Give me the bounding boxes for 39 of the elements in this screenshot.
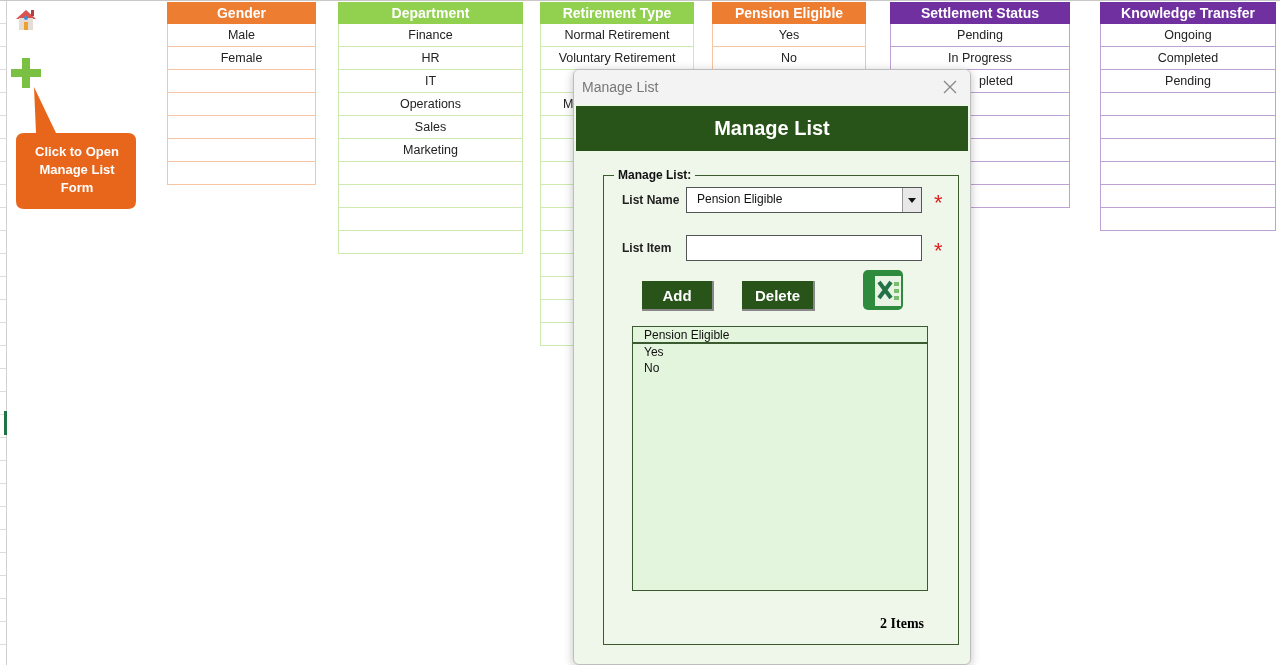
table-cell: Female <box>167 47 316 70</box>
column-header: Department <box>338 2 523 24</box>
table-cell: Completed <box>1100 47 1276 70</box>
table-cell: Operations <box>338 93 523 116</box>
table-cell: HR <box>338 47 523 70</box>
column-header: Retirement Type <box>540 2 694 24</box>
required-mark: * <box>934 189 943 214</box>
table-cell: Sales <box>338 116 523 139</box>
item-count: 2 Items <box>880 616 924 632</box>
column-header: Knowledge Transfer <box>1100 2 1276 24</box>
column-header: Settlement Status <box>890 2 1070 24</box>
list-item[interactable]: Yes <box>633 344 927 360</box>
window-title: Manage List <box>582 79 659 95</box>
table-cell: Finance <box>338 24 523 47</box>
list-name-dropdown[interactable]: Pension Eligible <box>686 187 922 213</box>
callout-text: Click to Open Manage List Form <box>34 143 120 197</box>
field-label: List Name <box>622 193 681 207</box>
table-cell: Ongoing <box>1100 24 1276 47</box>
table-cell: Pending <box>1100 70 1276 93</box>
table-cell: Pending <box>890 24 1070 47</box>
list-item[interactable]: No <box>633 360 927 376</box>
caret-icon <box>908 197 916 203</box>
add-button[interactable]: Add <box>642 281 714 311</box>
table-cell: Normal Retirement <box>540 24 694 47</box>
spreadsheet-icon[interactable] <box>861 268 905 312</box>
form-heading: Manage List <box>576 106 968 151</box>
table-cell: IT <box>338 70 523 93</box>
table-cell: Marketing <box>338 139 523 162</box>
table-cell: Yes <box>712 24 866 47</box>
list-header: Pension Eligible <box>633 327 927 344</box>
list-box[interactable]: Pension Eligible Yes No <box>632 326 928 591</box>
required-mark: * <box>934 237 943 262</box>
input-field[interactable] <box>686 235 922 261</box>
field-label: List Item <box>622 241 673 255</box>
table-cell: Male <box>167 24 316 47</box>
delete-button[interactable]: Delete <box>742 281 815 311</box>
column-header: Pension Eligible <box>712 2 866 24</box>
column-header: Gender <box>167 2 316 24</box>
group-label: Manage List: <box>614 168 696 182</box>
